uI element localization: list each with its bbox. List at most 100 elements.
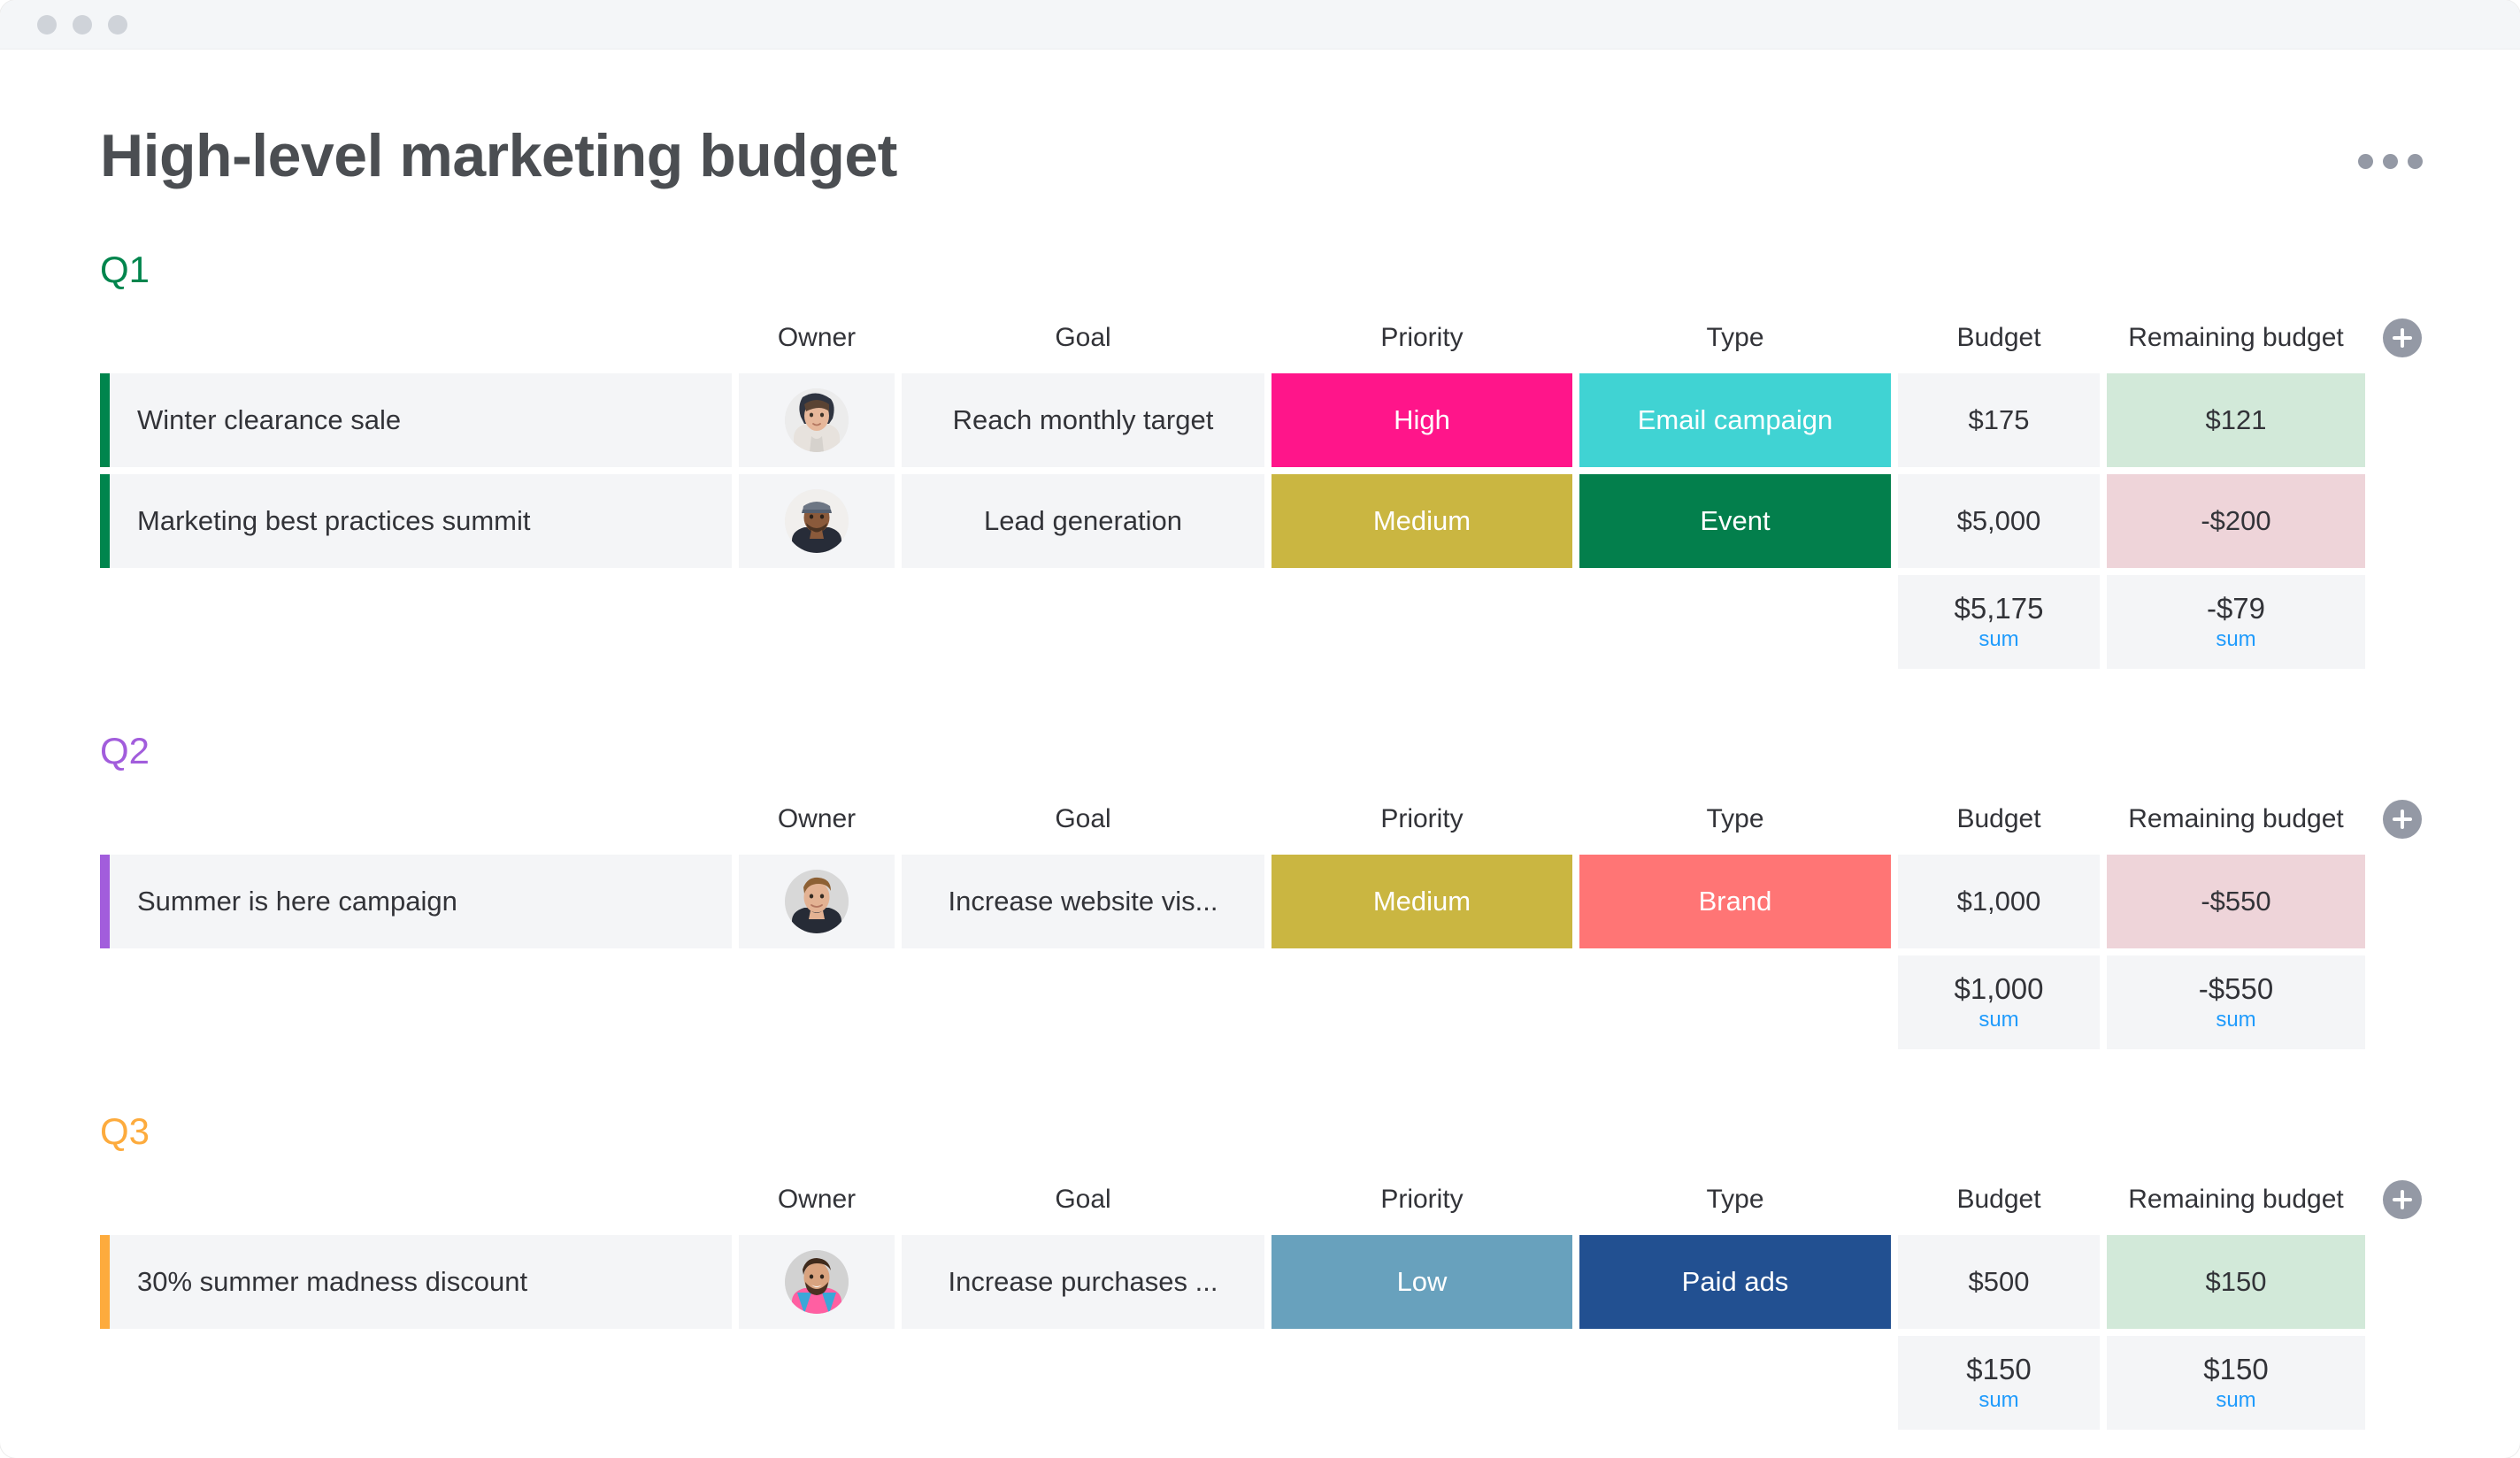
- column-header-owner[interactable]: Owner: [739, 1177, 895, 1223]
- group-q2: Q2 Owner Goal Priority Type Budget Remaining b…: [0, 733, 2520, 1049]
- column-header-goal[interactable]: Goal: [902, 1177, 1264, 1223]
- summary-budget-cell[interactable]: $150 sum: [1898, 1336, 2100, 1430]
- grid-gap: [2100, 855, 2107, 948]
- priority-cell[interactable]: High: [1272, 373, 1572, 467]
- summary-budget-label: sum: [1978, 626, 2019, 651]
- grid-gap: [732, 1177, 739, 1223]
- grid-gap: [895, 575, 902, 669]
- header-gutter: [0, 796, 100, 842]
- summary-budget-value: $1,000: [1954, 972, 2044, 1006]
- grid-gap: [1264, 955, 1272, 1049]
- goal-cell[interactable]: Reach monthly target: [902, 373, 1264, 467]
- column-header-budget[interactable]: Budget: [1898, 796, 2100, 842]
- group-title-q2[interactable]: Q2: [0, 733, 2520, 770]
- summary-remaining-cell[interactable]: $150 sum: [2107, 1336, 2365, 1430]
- type-cell[interactable]: Event: [1579, 474, 1891, 568]
- summary-gutter: [0, 955, 100, 1049]
- group-title-q3[interactable]: Q3: [0, 1113, 2520, 1150]
- avatar: [785, 870, 849, 933]
- board-container: High-level marketing budget Q1 Owner Goal P…: [0, 50, 2520, 1430]
- grid-gap: [2365, 796, 2372, 842]
- remaining-budget-cell[interactable]: -$200: [2107, 474, 2365, 568]
- item-name-cell[interactable]: 30% summer madness discount: [100, 1235, 732, 1329]
- priority-cell[interactable]: Medium: [1272, 855, 1572, 948]
- priority-cell[interactable]: Medium: [1272, 474, 1572, 568]
- summary-remaining-label: sum: [2216, 1007, 2256, 1032]
- grid-gap: [1572, 1177, 1579, 1223]
- column-header-type[interactable]: Type: [1579, 315, 1891, 361]
- budget-cell[interactable]: $500: [1898, 1235, 2100, 1329]
- budget-cell[interactable]: $1,000: [1898, 855, 2100, 948]
- item-name-cell[interactable]: Marketing best practices summit: [100, 474, 732, 568]
- column-header-priority[interactable]: Priority: [1272, 1177, 1572, 1223]
- table-row: Summer is here campaign Increase website …: [0, 855, 2520, 948]
- window-dot-minimize[interactable]: [73, 14, 92, 35]
- summary-blank-priority: [1272, 955, 1572, 1049]
- owner-cell[interactable]: [739, 855, 895, 948]
- goal-cell[interactable]: Increase purchases ...: [902, 1235, 1264, 1329]
- column-header-owner[interactable]: Owner: [739, 315, 895, 361]
- budget-cell[interactable]: $5,000: [1898, 474, 2100, 568]
- column-header-priority[interactable]: Priority: [1272, 315, 1572, 361]
- add-column-button[interactable]: [2383, 1180, 2422, 1219]
- add-column-button[interactable]: [2383, 318, 2422, 357]
- type-cell[interactable]: Brand: [1579, 855, 1891, 948]
- goal-cell[interactable]: Increase website vis...: [902, 855, 1264, 948]
- window-dot-close[interactable]: [37, 14, 57, 35]
- header-name-spacer: [100, 1177, 732, 1223]
- grid-gap: [1891, 373, 1898, 467]
- summary-remaining-cell[interactable]: -$79 sum: [2107, 575, 2365, 669]
- column-header-type[interactable]: Type: [1579, 1177, 1891, 1223]
- grid-gap: [1891, 1235, 1898, 1329]
- column-header-goal[interactable]: Goal: [902, 315, 1264, 361]
- summary-budget-label: sum: [1978, 1007, 2019, 1032]
- summary-budget-cell[interactable]: $5,175 sum: [1898, 575, 2100, 669]
- priority-cell[interactable]: Low: [1272, 1235, 1572, 1329]
- column-header-row: Owner Goal Priority Type Budget Remaining bud…: [0, 1177, 2520, 1223]
- owner-cell[interactable]: [739, 474, 895, 568]
- column-header-priority[interactable]: Priority: [1272, 796, 1572, 842]
- row-gutter: [0, 1235, 100, 1329]
- groups-list: Q1 Owner Goal Priority Type Budget Remaining b…: [0, 251, 2520, 1430]
- item-name-cell[interactable]: Winter clearance sale: [100, 373, 732, 467]
- column-header-budget[interactable]: Budget: [1898, 1177, 2100, 1223]
- grid-gap: [895, 855, 902, 948]
- header-name-spacer: [100, 315, 732, 361]
- summary-remaining-cell[interactable]: -$550 sum: [2107, 955, 2365, 1049]
- type-cell[interactable]: Email campaign: [1579, 373, 1891, 467]
- column-header-remaining-budget[interactable]: Remaining budget: [2107, 796, 2365, 842]
- page-title: High-level marketing budget: [100, 122, 897, 189]
- add-column-button[interactable]: [2383, 800, 2422, 839]
- column-header-remaining-budget[interactable]: Remaining budget: [2107, 1177, 2365, 1223]
- summary-row: $1,000 sum -$550 sum: [0, 955, 2520, 1049]
- summary-remaining-value: -$550: [2198, 972, 2274, 1006]
- window-dot-maximize[interactable]: [108, 14, 127, 35]
- column-header-budget[interactable]: Budget: [1898, 315, 2100, 361]
- kebab-dot-3: [2408, 154, 2423, 169]
- summary-budget-label: sum: [1978, 1387, 2019, 1412]
- budget-cell[interactable]: $175: [1898, 373, 2100, 467]
- column-header-remaining-budget[interactable]: Remaining budget: [2107, 315, 2365, 361]
- grid-gap: [732, 955, 739, 1049]
- summary-blank-priority: [1272, 1336, 1572, 1430]
- remaining-budget-cell[interactable]: $150: [2107, 1235, 2365, 1329]
- grid-gap: [1572, 373, 1579, 467]
- group-color-bar: [100, 1235, 110, 1329]
- summary-budget-cell[interactable]: $1,000 sum: [1898, 955, 2100, 1049]
- owner-cell[interactable]: [739, 373, 895, 467]
- owner-cell[interactable]: [739, 1235, 895, 1329]
- column-header-type[interactable]: Type: [1579, 796, 1891, 842]
- type-cell[interactable]: Paid ads: [1579, 1235, 1891, 1329]
- goal-cell[interactable]: Lead generation: [902, 474, 1264, 568]
- row-trailing-cell: [2372, 373, 2445, 467]
- grid-gap: [895, 474, 902, 568]
- group-title-q1[interactable]: Q1: [0, 251, 2520, 288]
- summary-trailing-cell: [2372, 1336, 2445, 1430]
- remaining-budget-cell[interactable]: -$550: [2107, 855, 2365, 948]
- item-name-cell[interactable]: Summer is here campaign: [100, 855, 732, 948]
- grid-gap: [895, 373, 902, 467]
- column-header-owner[interactable]: Owner: [739, 796, 895, 842]
- kebab-menu-icon[interactable]: [2358, 154, 2423, 169]
- column-header-goal[interactable]: Goal: [902, 796, 1264, 842]
- remaining-budget-cell[interactable]: $121: [2107, 373, 2365, 467]
